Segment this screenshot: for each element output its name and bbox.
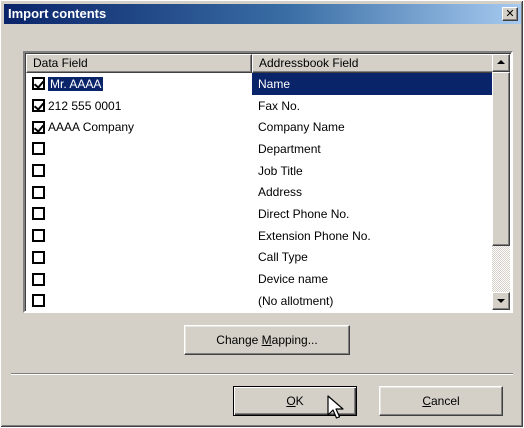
data-field-cell bbox=[26, 181, 252, 203]
list-row[interactable]: Mr. AAAA Name bbox=[26, 73, 494, 95]
addressbook-field-cell: Job Title bbox=[258, 163, 303, 178]
data-field-value: AAAA Company bbox=[48, 120, 135, 135]
ok-label-post: K bbox=[295, 394, 304, 408]
data-field-cell: Mr. AAAA bbox=[26, 73, 252, 95]
checkbox-icon[interactable] bbox=[32, 99, 45, 113]
data-field-cell: AAAA Company bbox=[26, 116, 252, 138]
change-mapping-label-pre: Change bbox=[216, 333, 262, 347]
addressbook-field-cell: (No allotment) bbox=[258, 293, 334, 308]
data-field-cell bbox=[26, 247, 252, 269]
addressbook-field-cell: Extension Phone No. bbox=[258, 228, 371, 243]
close-icon[interactable]: ✕ bbox=[502, 7, 518, 21]
list-row[interactable]: Job Title bbox=[26, 160, 494, 182]
vertical-scrollbar[interactable] bbox=[492, 54, 510, 310]
addressbook-field-cell: Department bbox=[258, 141, 321, 156]
checkbox-icon[interactable] bbox=[32, 250, 45, 264]
list-row[interactable]: Device name bbox=[26, 268, 494, 290]
cancel-mnemonic: C bbox=[422, 394, 431, 408]
list-row[interactable]: (No allotment) bbox=[26, 290, 494, 311]
change-mapping-button[interactable]: Change Mapping... bbox=[184, 325, 350, 355]
checkbox-icon[interactable] bbox=[32, 185, 45, 199]
list-row[interactable]: Direct Phone No. bbox=[26, 203, 494, 225]
addressbook-field-cell: Device name bbox=[258, 272, 329, 287]
addressbook-field-cell: Direct Phone No. bbox=[258, 206, 350, 221]
list-rows: Mr. AAAA Name 212 555 0001 Fax No. AAAA Comp… bbox=[26, 73, 494, 311]
change-mapping-mnemonic: M bbox=[261, 333, 272, 347]
addressbook-field-cell: Name bbox=[252, 73, 494, 95]
checkbox-icon[interactable] bbox=[32, 207, 45, 221]
mouse-pointer-icon bbox=[327, 395, 344, 419]
cancel-button[interactable]: Cancel bbox=[379, 386, 503, 416]
column-header-data-field[interactable]: Data Field bbox=[26, 54, 252, 73]
data-field-cell bbox=[26, 225, 252, 247]
data-field-value: 212 555 0001 bbox=[48, 98, 122, 113]
list-header: Data Field Addressbook Field bbox=[26, 54, 494, 73]
list-row[interactable]: 212 555 0001 Fax No. bbox=[26, 95, 494, 117]
checkbox-icon[interactable] bbox=[32, 142, 45, 156]
data-field-cell bbox=[26, 290, 252, 311]
field-mapping-list[interactable]: Data Field Addressbook Field Mr. AAAA Nam… bbox=[23, 51, 513, 313]
checkbox-icon[interactable] bbox=[32, 164, 45, 178]
data-field-cell: 212 555 0001 bbox=[26, 95, 252, 117]
column-header-addressbook-field[interactable]: Addressbook Field bbox=[252, 54, 494, 73]
window-title: Import contents bbox=[8, 6, 107, 21]
addressbook-field-cell: Fax No. bbox=[258, 98, 301, 113]
scrollbar-thumb[interactable] bbox=[492, 72, 510, 246]
cancel-label-post: ancel bbox=[430, 394, 460, 408]
scroll-up-icon[interactable] bbox=[492, 54, 510, 72]
checkbox-icon[interactable] bbox=[32, 294, 45, 308]
separator bbox=[11, 373, 513, 375]
list-row[interactable]: Department bbox=[26, 138, 494, 160]
checkbox-icon[interactable] bbox=[32, 229, 45, 243]
checkbox-icon[interactable] bbox=[32, 272, 45, 286]
list-row[interactable]: Address bbox=[26, 181, 494, 203]
ok-mnemonic: O bbox=[286, 394, 296, 408]
title-bar[interactable]: Import contents ✕ bbox=[4, 4, 521, 24]
data-field-cell bbox=[26, 160, 252, 182]
addressbook-field-cell: Address bbox=[258, 185, 303, 200]
checkbox-icon[interactable] bbox=[32, 77, 45, 91]
addressbook-field-cell: Company Name bbox=[258, 120, 345, 135]
change-mapping-label-post: apping... bbox=[271, 333, 318, 347]
list-row[interactable]: AAAA Company Company Name bbox=[26, 116, 494, 138]
addressbook-field-cell: Call Type bbox=[258, 250, 308, 265]
data-field-cell bbox=[26, 203, 252, 225]
scroll-down-icon[interactable] bbox=[492, 292, 510, 310]
import-contents-dialog: Import contents ✕ Data Field Addressbook… bbox=[0, 0, 524, 428]
data-field-cell bbox=[26, 138, 252, 160]
checkbox-icon[interactable] bbox=[32, 120, 45, 134]
list-row[interactable]: Extension Phone No. bbox=[26, 225, 494, 247]
list-row[interactable]: Call Type bbox=[26, 247, 494, 269]
data-field-cell bbox=[26, 268, 252, 290]
data-field-value: Mr. AAAA bbox=[48, 76, 104, 91]
